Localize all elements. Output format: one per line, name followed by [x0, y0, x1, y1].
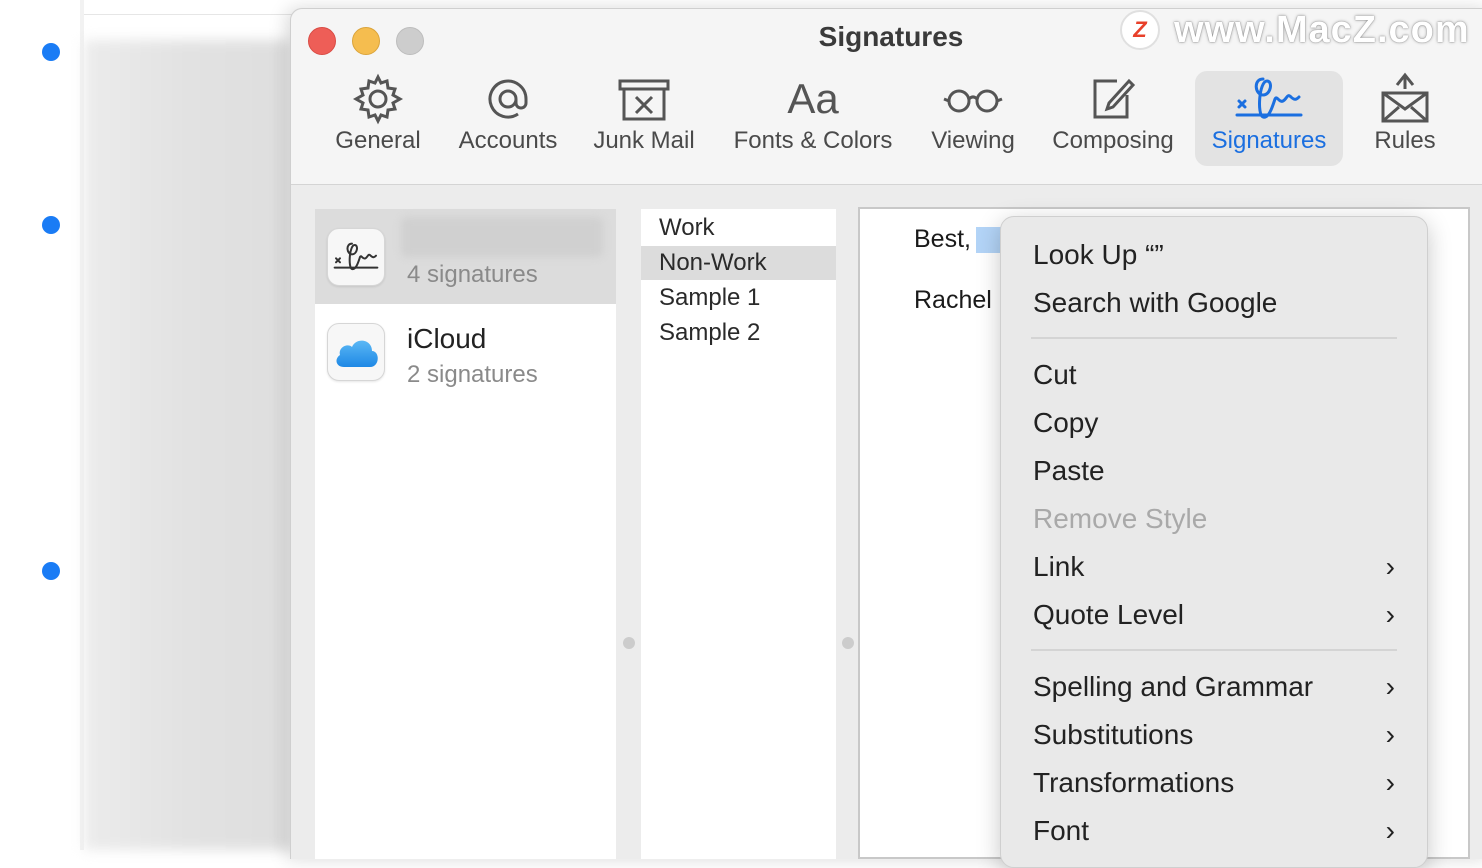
toolbar-label: Signatures [1211, 127, 1327, 154]
glasses-icon [919, 71, 1027, 127]
toolbar-rules-tab[interactable]: Rules [1357, 71, 1453, 166]
context-menu: Look Up “” Search with Google Cut Copy P… [1000, 216, 1428, 868]
compose-icon [1043, 71, 1183, 127]
toolbar-viewing-tab[interactable]: Viewing [919, 71, 1027, 166]
menu-separator [1031, 649, 1397, 651]
signature-count: 2 signatures [407, 361, 538, 388]
chevron-right-icon: › [1385, 551, 1395, 582]
toolbar-signatures-tab[interactable]: Signatures [1195, 71, 1343, 166]
menu-item-label: Font [1033, 815, 1090, 846]
watermark: Z www.MacZ.com [1120, 8, 1470, 52]
blurred-message-previews [84, 40, 290, 850]
gear-icon [319, 71, 437, 127]
at-icon [448, 71, 568, 127]
accounts-list: 4 signatures iCloud 2 signatures [315, 209, 616, 859]
split-view-handle[interactable] [623, 637, 635, 649]
toolbar-general-tab[interactable]: General [319, 71, 437, 166]
account-name: iCloud [407, 323, 487, 354]
menu-item-transformations[interactable]: Transformations › [1033, 763, 1395, 803]
mail-message-list [0, 0, 1482, 850]
menu-item-label: Spelling and Grammar [1033, 671, 1314, 702]
split-view-handle[interactable] [842, 637, 854, 649]
redacted-account-name [401, 217, 603, 257]
toolbar-composing-tab[interactable]: Composing [1043, 71, 1183, 166]
signature-count: 4 signatures [407, 261, 538, 288]
signature-item[interactable]: Work [641, 211, 836, 245]
chevron-right-icon: › [1385, 767, 1395, 798]
toolbar-label: General [335, 127, 421, 154]
signature-item[interactable]: Non-Work [641, 246, 836, 280]
menu-item-label: Quote Level [1033, 599, 1184, 630]
menu-item-cut[interactable]: Cut [1033, 355, 1395, 395]
menu-item-font[interactable]: Font › [1033, 811, 1395, 851]
chevron-right-icon: › [1385, 599, 1395, 630]
fonts-icon: Aa [787, 75, 839, 122]
signatures-list: Work Non-Work Sample 1 Sample 2 [641, 209, 836, 859]
menu-item-label: Substitutions [1033, 719, 1194, 750]
menu-item-link[interactable]: Link › [1033, 547, 1395, 587]
signature-icon [1195, 71, 1343, 127]
toolbar-fonts-colors-tab[interactable]: Aa Fonts & Colors [723, 71, 903, 166]
unread-dot [42, 43, 60, 61]
menu-item-remove-style: Remove Style [1033, 503, 1208, 534]
watermark-text: www.MacZ.com [1174, 8, 1470, 51]
toolbar-label: Composing [1052, 127, 1174, 154]
signature-item[interactable]: Sample 2 [641, 316, 836, 350]
signature-text-line: Best, [914, 225, 971, 253]
toolbar-label: Viewing [931, 127, 1015, 154]
menu-item-copy[interactable]: Copy [1033, 403, 1395, 443]
chevron-right-icon: › [1385, 815, 1395, 846]
toolbar-junk-mail-tab[interactable]: Junk Mail [583, 71, 705, 166]
toolbar-label: Fonts & Colors [733, 127, 893, 154]
menu-item-substitutions[interactable]: Substitutions › [1033, 715, 1395, 755]
account-row[interactable]: 4 signatures [315, 209, 616, 304]
menu-separator [1031, 337, 1397, 339]
signature-item[interactable]: Sample 1 [641, 281, 836, 315]
menu-item-paste[interactable]: Paste [1033, 451, 1395, 491]
toolbar-label: Rules [1374, 127, 1436, 154]
chevron-right-icon: › [1385, 671, 1395, 702]
toolbar-accounts-tab[interactable]: Accounts [448, 71, 568, 166]
menu-item-search-google[interactable]: Search with Google [1033, 283, 1395, 323]
unread-dot [42, 216, 60, 234]
unread-dot [42, 562, 60, 580]
watermark-logo-badge: Z [1120, 10, 1160, 50]
account-row[interactable]: iCloud 2 signatures [315, 309, 616, 404]
icloud-icon [327, 323, 385, 381]
menu-item-look-up[interactable]: Look Up “” [1033, 235, 1395, 275]
chevron-right-icon: › [1385, 719, 1395, 750]
menu-item-quote-level[interactable]: Quote Level › [1033, 595, 1395, 635]
menu-item-spelling-grammar[interactable]: Spelling and Grammar › [1033, 667, 1395, 707]
signature-text-line: Rachel [914, 286, 992, 314]
menu-item-label: Transformations [1033, 767, 1235, 798]
signature-icon [327, 228, 385, 286]
menu-item-label: Link [1033, 551, 1085, 582]
junk-mail-icon [583, 71, 705, 127]
rules-icon [1357, 71, 1453, 127]
toolbar-label: Junk Mail [593, 127, 695, 154]
toolbar-label: Accounts [458, 127, 558, 154]
